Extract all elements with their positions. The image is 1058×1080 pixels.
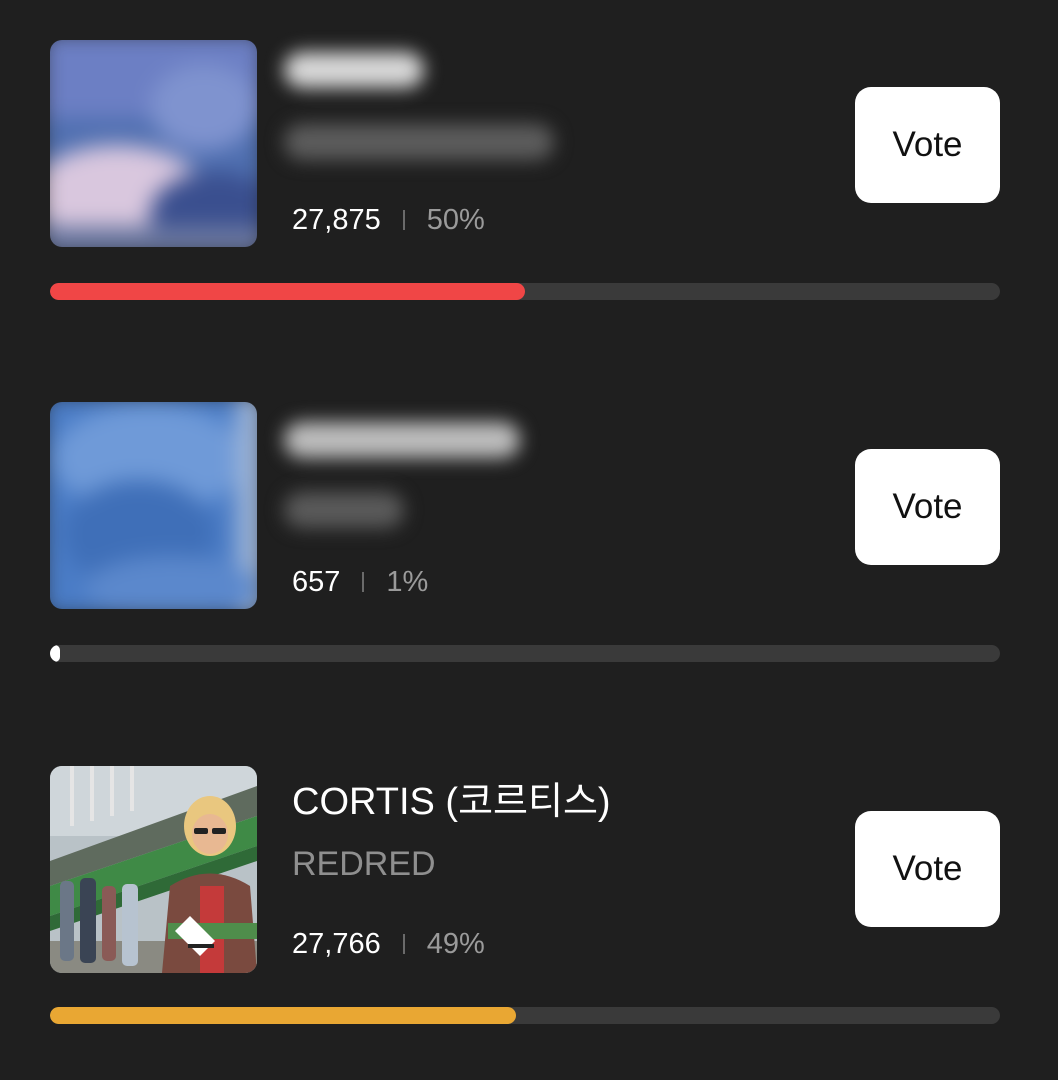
vote-count: 657	[292, 565, 341, 598]
blurred-cover-art	[50, 402, 257, 609]
vote-stats: 657 1%	[292, 564, 428, 600]
progress-fill	[50, 645, 61, 662]
vote-count: 27,766	[292, 927, 381, 960]
obscured-subtitle	[284, 492, 404, 528]
progress-fill	[50, 1007, 516, 1024]
obscured-title	[284, 52, 424, 88]
vote-percent: 1%	[386, 565, 429, 598]
vote-entry-3: CORTIS (코르티스) REDRED 27,766 49% Vote	[0, 724, 1058, 1024]
album-cover-image	[50, 402, 257, 609]
progress-track	[50, 645, 1000, 662]
vote-stats: 27,766 49%	[292, 926, 485, 962]
progress-track	[50, 283, 1000, 300]
album-cover-image	[50, 766, 257, 973]
vote-entry-2: 657 1% Vote	[0, 362, 1058, 662]
vote-count: 27,875	[292, 203, 381, 236]
blurred-cover-art	[50, 40, 257, 247]
vote-entry-1: 27,875 50% Vote	[0, 0, 1058, 300]
progress-fill	[50, 283, 525, 300]
vote-button[interactable]: Vote	[855, 87, 1000, 203]
vote-button[interactable]: Vote	[855, 811, 1000, 927]
obscured-subtitle	[284, 124, 554, 160]
stats-divider	[402, 934, 405, 954]
album-cover-image	[50, 40, 257, 247]
vote-percent: 49%	[426, 927, 485, 960]
vote-stats: 27,875 50%	[292, 202, 485, 238]
entry-title: CORTIS (코르티스)	[292, 781, 611, 823]
vote-percent: 50%	[426, 203, 485, 236]
cortis-album-cover	[50, 766, 257, 973]
stats-divider	[402, 210, 405, 230]
progress-track	[50, 1007, 1000, 1024]
stats-divider	[362, 572, 365, 592]
obscured-title	[284, 422, 520, 458]
vote-button[interactable]: Vote	[855, 449, 1000, 565]
entry-subtitle: REDRED	[292, 845, 436, 883]
